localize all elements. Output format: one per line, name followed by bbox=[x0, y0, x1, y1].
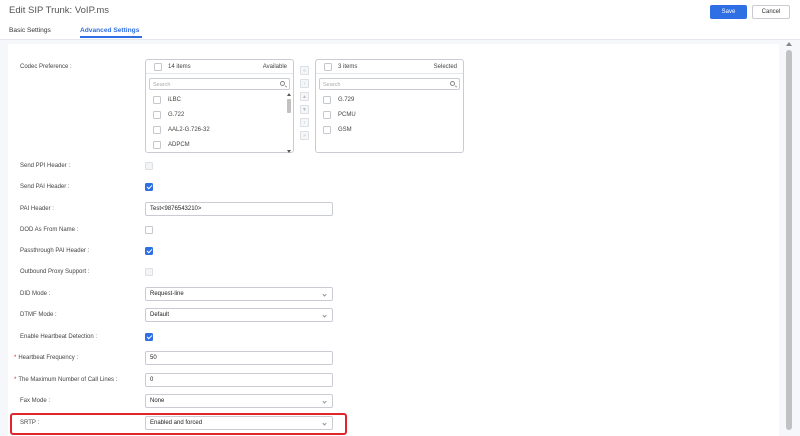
send-pai-header-checkbox[interactable] bbox=[145, 183, 153, 191]
chevron-down-icon bbox=[322, 399, 327, 404]
move-all-right-button[interactable]: » bbox=[300, 131, 309, 140]
did-mode-label: DID Mode : bbox=[20, 291, 51, 297]
codec-checkbox[interactable] bbox=[153, 111, 161, 119]
send-pai-header-label: Send PAI Header : bbox=[20, 184, 70, 190]
page-scrollbar[interactable] bbox=[784, 40, 794, 436]
heartbeat-frequency-input[interactable]: 50 bbox=[145, 351, 333, 365]
available-select-all-checkbox[interactable] bbox=[154, 63, 162, 71]
required-marker: * bbox=[14, 355, 17, 361]
available-list-scrollbar[interactable] bbox=[286, 93, 292, 153]
enable-heartbeat-detection-checkbox[interactable] bbox=[145, 333, 153, 341]
codec-checkbox[interactable] bbox=[323, 126, 331, 134]
heartbeat-frequency-text: Heartbeat Frequency : bbox=[18, 355, 79, 361]
scrollbar-thumb[interactable] bbox=[786, 50, 792, 430]
codec-available-list: 14 items Available Search iLBC G.722 AAL… bbox=[145, 59, 294, 153]
send-ppi-header-label: Send PPI Header : bbox=[20, 163, 71, 169]
tab-advanced-settings[interactable]: Advanced Settings bbox=[80, 27, 139, 34]
move-down-button[interactable]: ▼ bbox=[300, 105, 309, 114]
heartbeat-frequency-label: * Heartbeat Frequency : bbox=[14, 355, 78, 361]
search-icon bbox=[450, 81, 455, 86]
enable-heartbeat-detection-label: Enable Heartbeat Detection : bbox=[20, 334, 98, 340]
codec-label: AAL2-G.726-32 bbox=[168, 127, 210, 133]
list-item[interactable]: PCMU bbox=[316, 109, 454, 121]
page-header: Edit SIP Trunk: VoIP.ms Save Cancel Basi… bbox=[0, 0, 800, 40]
chevron-down-icon bbox=[322, 292, 327, 297]
codec-checkbox[interactable] bbox=[323, 111, 331, 119]
outbound-proxy-support-checkbox[interactable] bbox=[145, 268, 153, 276]
codec-label: PCMU bbox=[338, 112, 356, 118]
move-up-button[interactable]: ▲ bbox=[300, 92, 309, 101]
page-title: Edit SIP Trunk: VoIP.ms bbox=[9, 5, 109, 16]
dod-as-from-name-checkbox[interactable] bbox=[145, 226, 153, 234]
did-mode-value: Request-line bbox=[150, 291, 184, 297]
tab-basic-settings[interactable]: Basic Settings bbox=[9, 27, 51, 34]
selected-title: Selected bbox=[433, 64, 457, 70]
move-all-left-button[interactable]: « bbox=[300, 66, 309, 75]
active-tab-indicator bbox=[80, 36, 142, 38]
available-search-input[interactable]: Search bbox=[149, 78, 290, 90]
selected-search-input[interactable]: Search bbox=[319, 78, 460, 90]
codec-label: G.729 bbox=[338, 97, 355, 103]
max-call-lines-input[interactable]: 0 bbox=[145, 373, 333, 387]
available-title: Available bbox=[262, 64, 287, 70]
codec-checkbox[interactable] bbox=[323, 96, 331, 104]
move-left-button[interactable]: ‹ bbox=[300, 79, 309, 88]
list-item[interactable]: iLBC bbox=[146, 94, 284, 106]
codec-label: GSM bbox=[338, 127, 352, 133]
selected-select-all-checkbox[interactable] bbox=[324, 63, 332, 71]
dod-as-from-name-label: DOD As From Name : bbox=[20, 227, 79, 233]
scrollbar-thumb[interactable] bbox=[287, 99, 291, 113]
list-item[interactable]: ADPCM bbox=[146, 139, 284, 151]
available-search-placeholder: Search bbox=[153, 81, 171, 88]
dtmf-mode-label: DTMF Mode : bbox=[20, 312, 57, 318]
cancel-button[interactable]: Cancel bbox=[752, 5, 790, 19]
selected-list-header: 3 items Selected bbox=[316, 60, 463, 74]
codec-checkbox[interactable] bbox=[153, 96, 161, 104]
codec-preference-label: Codec Preference : bbox=[20, 64, 72, 70]
codec-label: iLBC bbox=[168, 97, 182, 103]
codec-label: ADPCM bbox=[168, 142, 190, 148]
dtmf-mode-value: Default bbox=[150, 312, 170, 318]
dtmf-mode-select[interactable]: Default bbox=[145, 308, 333, 322]
max-call-lines-label: * The Maximum Number of Call Lines : bbox=[14, 377, 117, 383]
fax-mode-value: None bbox=[150, 398, 165, 404]
list-item[interactable]: GSM bbox=[316, 124, 454, 136]
list-item[interactable]: G.729 bbox=[316, 94, 454, 106]
fax-mode-select[interactable]: None bbox=[145, 394, 333, 408]
passthrough-pai-header-checkbox[interactable] bbox=[145, 247, 153, 255]
selected-search-placeholder: Search bbox=[323, 81, 341, 88]
move-right-button[interactable]: › bbox=[300, 118, 309, 127]
scroll-down-icon[interactable] bbox=[287, 150, 291, 153]
codec-checkbox[interactable] bbox=[153, 126, 161, 134]
available-count: 14 items bbox=[168, 64, 191, 70]
chevron-down-icon bbox=[322, 313, 327, 318]
scroll-up-icon[interactable] bbox=[786, 42, 792, 46]
passthrough-pai-header-label: Passthrough PAI Header : bbox=[20, 248, 90, 254]
codec-selected-list: 3 items Selected Search G.729 PCMU GSM bbox=[315, 59, 464, 153]
list-item[interactable]: AAL2-G.726-32 bbox=[146, 124, 284, 136]
codec-checkbox[interactable] bbox=[153, 141, 161, 149]
transfer-buttons: « ‹ ▲ ▼ › » bbox=[300, 66, 310, 144]
srtp-highlight-box bbox=[10, 413, 347, 435]
max-call-lines-text: The Maximum Number of Call Lines : bbox=[18, 377, 118, 383]
fax-mode-label: Fax Mode : bbox=[20, 398, 51, 404]
required-marker: * bbox=[14, 377, 17, 383]
list-item[interactable]: G.722 bbox=[146, 109, 284, 121]
selected-count: 3 items bbox=[338, 64, 358, 70]
available-list-header: 14 items Available bbox=[146, 60, 293, 74]
codec-label: G.722 bbox=[168, 112, 185, 118]
pai-header-label: PAI Header : bbox=[20, 206, 54, 212]
send-ppi-header-checkbox[interactable] bbox=[145, 162, 153, 170]
search-icon bbox=[280, 81, 285, 86]
outbound-proxy-support-label: Outbound Proxy Support : bbox=[20, 269, 90, 275]
pai-header-input[interactable]: Test<9876543210> bbox=[145, 202, 333, 216]
did-mode-select[interactable]: Request-line bbox=[145, 287, 333, 301]
save-button[interactable]: Save bbox=[710, 5, 747, 19]
scroll-up-icon[interactable] bbox=[287, 93, 291, 96]
